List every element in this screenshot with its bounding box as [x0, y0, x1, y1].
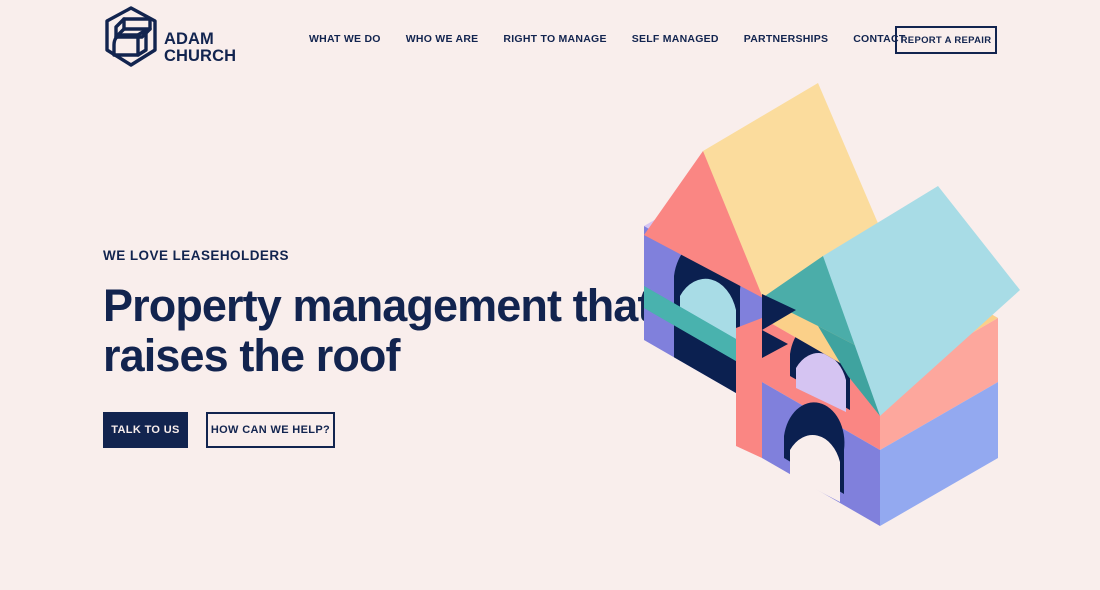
- report-a-repair-button[interactable]: REPORT A REPAIR: [895, 26, 997, 54]
- nav-item-self-managed[interactable]: SELF MANAGED: [632, 33, 719, 45]
- hero-eyebrow: WE LOVE LEASEHOLDERS: [103, 248, 290, 263]
- hero-cta-group: TALK TO US HOW CAN WE HELP?: [103, 412, 335, 448]
- main-navigation: WHAT WE DO WHO WE ARE RIGHT TO MANAGE SE…: [309, 33, 906, 45]
- nav-item-partnerships[interactable]: PARTNERSHIPS: [744, 33, 828, 45]
- nav-item-what-we-do[interactable]: WHAT WE DO: [309, 33, 381, 45]
- hero-title: Property management that raises the roof: [103, 280, 652, 381]
- talk-to-us-button[interactable]: TALK TO US: [103, 412, 188, 448]
- adam-church-logo-icon: [102, 6, 160, 68]
- how-can-we-help-button[interactable]: HOW CAN WE HELP?: [206, 412, 335, 448]
- isometric-building-svg: [644, 83, 1020, 526]
- isometric-building-illustration: [618, 58, 1020, 550]
- nav-item-right-to-manage[interactable]: RIGHT TO MANAGE: [503, 33, 606, 45]
- brand-logo-link[interactable]: ADAM CHURCH: [102, 6, 236, 68]
- nav-item-who-we-are[interactable]: WHO WE ARE: [406, 33, 479, 45]
- hero-copy: WE LOVE LEASEHOLDERS Property management…: [103, 248, 663, 381]
- brand-name: ADAM CHURCH: [164, 30, 237, 65]
- coral-side-strip: [736, 318, 762, 458]
